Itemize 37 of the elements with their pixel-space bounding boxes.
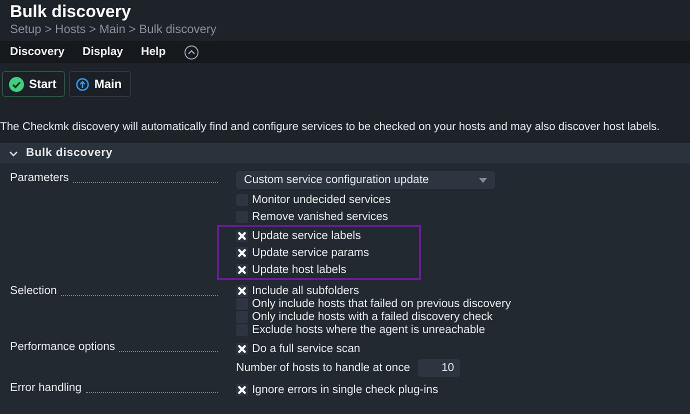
checkbox[interactable]	[236, 342, 248, 354]
checkbox[interactable]	[236, 230, 248, 242]
checkbox-label: Ignore errors in single check plug-ins	[252, 384, 438, 396]
checkbox-label: Remove vanished services	[252, 210, 388, 222]
checkbox-label: Update host labels	[252, 264, 346, 276]
field-label: Parameters	[10, 171, 69, 186]
page-title: Bulk discovery	[10, 2, 132, 22]
checkbox[interactable]	[236, 246, 248, 258]
toolbar-button[interactable]: Start	[2, 71, 66, 97]
field-label: Performance options	[10, 340, 116, 355]
section-title: Bulk discovery	[26, 147, 113, 159]
collapse-icon[interactable]	[184, 44, 199, 60]
checkbox-label: Do a full service scan	[252, 342, 360, 354]
checkbox-label: Only include hosts that failed on previous discovery	[252, 298, 511, 310]
dropdown-caret-icon	[479, 178, 487, 182]
breadcrumb: Setup > Hosts > Main > Bulk discovery	[10, 22, 218, 36]
number-field[interactable]: 10	[418, 359, 460, 377]
checkbox[interactable]	[236, 384, 248, 396]
field-label: Error handling	[10, 381, 82, 396]
checkbox[interactable]	[236, 264, 248, 276]
dropdown[interactable]: Custom service configuration update	[236, 171, 495, 189]
menu-item[interactable]: Discovery	[10, 46, 64, 58]
menu-item[interactable]: Help	[141, 46, 166, 58]
menu-item[interactable]: Display	[82, 46, 123, 58]
checkbox-label: Exclude hosts where the agent is unreachable	[252, 324, 486, 336]
checkbox-label: Update service params	[252, 246, 370, 258]
toolbar-button[interactable]: Main	[69, 71, 131, 97]
checkbox[interactable]	[236, 284, 248, 296]
description-text: The Checkmk discovery will automatically find and configure services to be checked on your hosts and may also discover host labels.	[0, 120, 661, 135]
number-label: Number of hosts to handle at once	[236, 362, 410, 374]
checkbox-label: Update service labels	[252, 230, 361, 242]
checkbox-label: Monitor undecided services	[252, 194, 391, 206]
checkbox-label: Include all subfolders	[252, 284, 360, 296]
checkbox-label: Only include hosts with a failed discovery check	[252, 310, 493, 322]
field-label: Selection	[10, 284, 57, 299]
section-header[interactable]: Bulk discovery	[0, 139, 690, 163]
checkmark-icon	[9, 76, 24, 92]
